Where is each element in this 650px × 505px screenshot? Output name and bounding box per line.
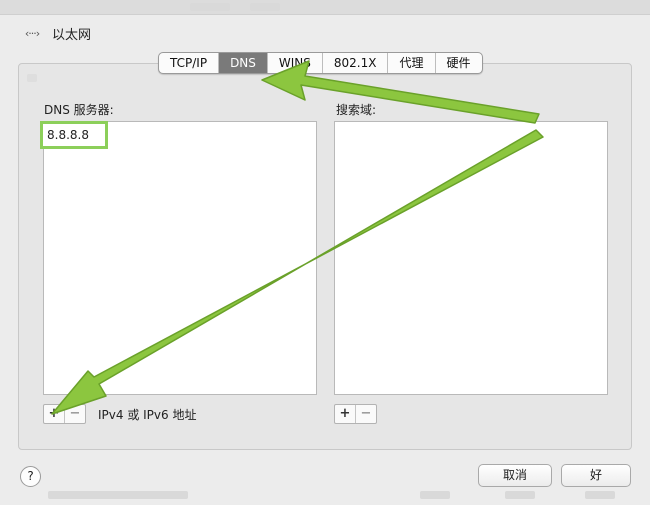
annotation-arrows <box>51 60 544 415</box>
arrow-to-dns-tab <box>261 60 540 124</box>
arrow-to-add-button <box>51 129 544 415</box>
